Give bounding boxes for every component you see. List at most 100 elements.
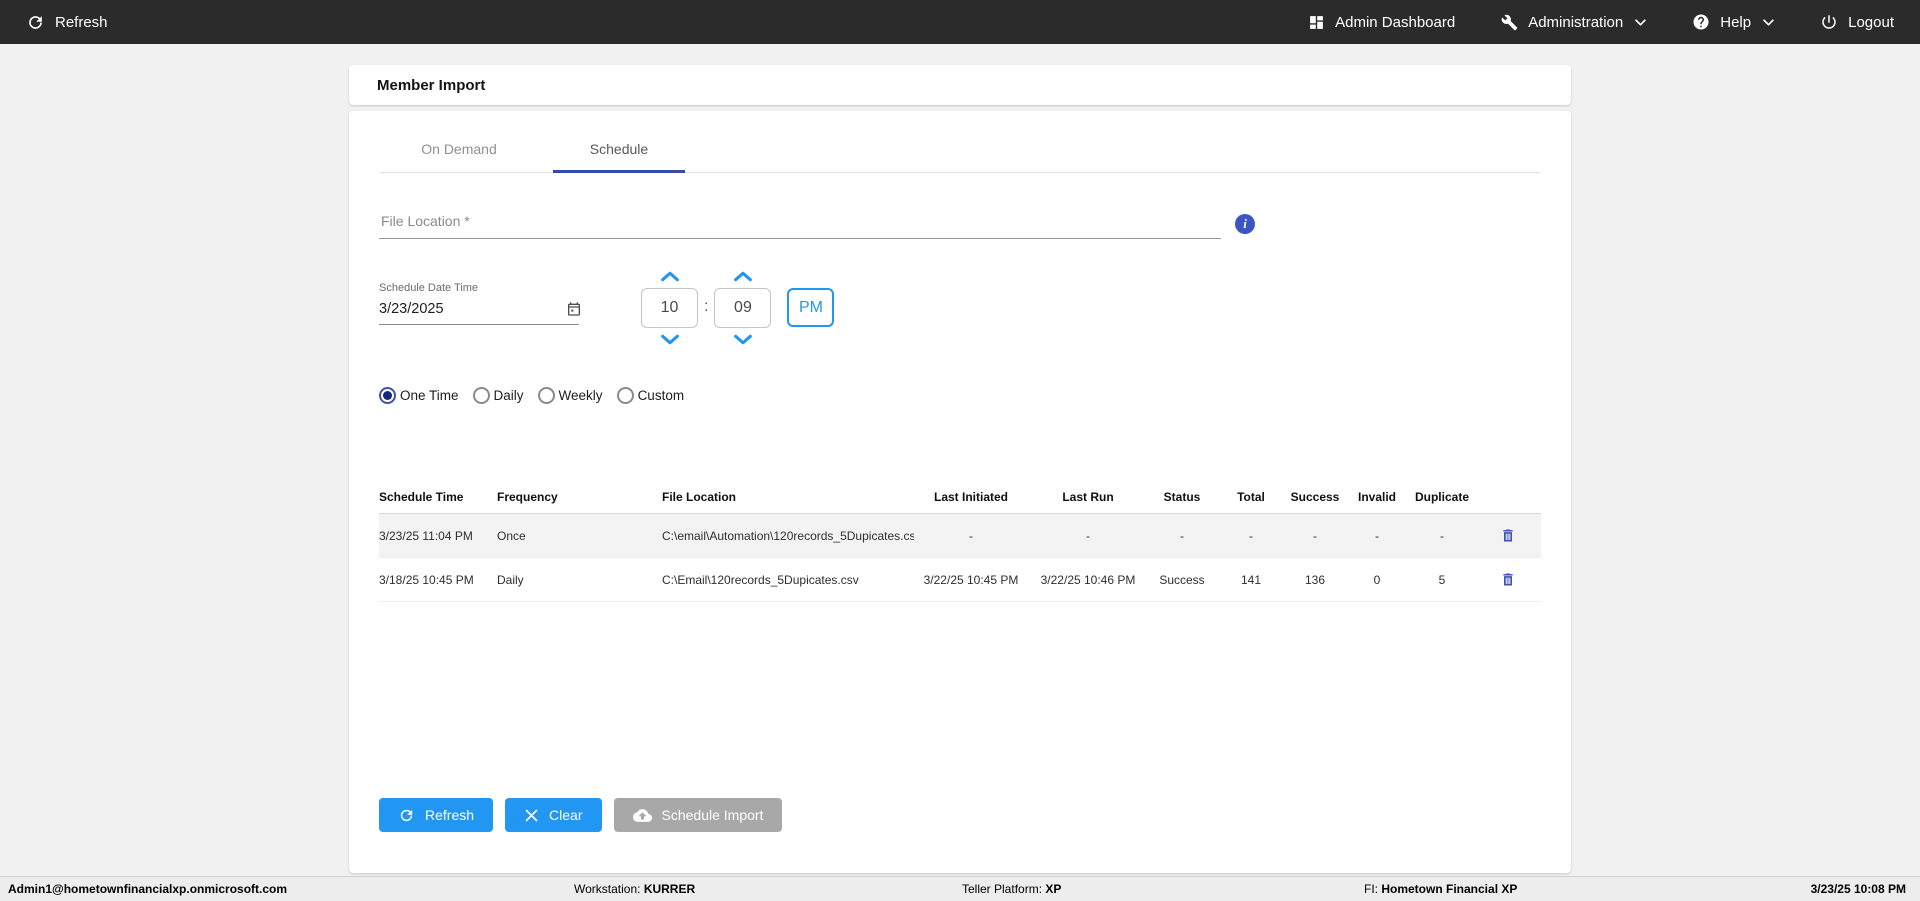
radio-custom-label: Custom bbox=[637, 388, 685, 403]
cell-frequency: Daily bbox=[497, 572, 524, 587]
wrench-icon bbox=[1501, 14, 1518, 31]
radio-circle bbox=[537, 387, 555, 404]
calendar-icon[interactable] bbox=[566, 301, 582, 317]
status-bar: Admin1@hometownfinancialxp.onmicrosoft.c… bbox=[0, 876, 1920, 901]
help-icon bbox=[1692, 13, 1710, 31]
meridiem-toggle[interactable]: PM bbox=[787, 288, 835, 327]
cell-total: 141 bbox=[1240, 572, 1262, 587]
radio-one-time-label: One Time bbox=[400, 388, 459, 403]
minute-value[interactable]: 09 bbox=[714, 288, 772, 328]
col-schedule-time: Schedule Time bbox=[379, 489, 464, 504]
time-separator: : bbox=[704, 298, 709, 315]
radio-one-time[interactable]: One Time bbox=[379, 387, 459, 404]
clear-button-label: Clear bbox=[549, 807, 583, 823]
table-header-row: Schedule Time Frequency File Location La… bbox=[379, 480, 1541, 514]
navbar-administration-label: Administration bbox=[1528, 13, 1624, 31]
col-total: Total bbox=[1237, 489, 1265, 504]
footer-datetime: 3/23/25 10:08 PM bbox=[1810, 882, 1906, 896]
tab-schedule[interactable]: Schedule bbox=[539, 141, 699, 173]
navbar-administration-menu[interactable]: Administration bbox=[1501, 14, 1646, 31]
chevron-down-icon bbox=[1635, 18, 1646, 26]
cell-status: - bbox=[1180, 528, 1184, 543]
footer-teller-platform: Teller Platform: XP bbox=[962, 882, 1061, 896]
cell-duplicate: 5 bbox=[1438, 572, 1446, 587]
radio-circle bbox=[472, 387, 490, 404]
top-navbar: Refresh Admin Dashboard Administration H… bbox=[0, 0, 1920, 44]
file-location-input[interactable] bbox=[379, 209, 1221, 239]
navbar-logout-button[interactable]: Logout bbox=[1820, 13, 1894, 31]
hour-up-icon[interactable] bbox=[659, 269, 681, 283]
schedule-import-button[interactable]: Schedule Import bbox=[613, 798, 783, 832]
footer-fi-value: Hometown Financial XP bbox=[1381, 882, 1518, 896]
refresh-button[interactable]: Refresh bbox=[379, 798, 494, 832]
refresh-icon bbox=[26, 13, 45, 32]
tab-on-demand[interactable]: On Demand bbox=[379, 141, 539, 172]
radio-weekly[interactable]: Weekly bbox=[537, 387, 603, 404]
clear-button[interactable]: Clear bbox=[505, 798, 602, 832]
cell-last-run: 3/22/25 10:46 PM bbox=[1040, 572, 1136, 587]
cell-invalid: 0 bbox=[1373, 572, 1381, 587]
cell-file-location: C:\Email\120records_5Dupicates.csv bbox=[662, 572, 859, 587]
minute-spinner: 09 bbox=[714, 269, 772, 347]
navbar-admin-dashboard[interactable]: Admin Dashboard bbox=[1308, 14, 1455, 31]
file-location-row: i bbox=[379, 209, 1541, 239]
cell-last-run: - bbox=[1086, 528, 1090, 543]
cell-schedule-time: 3/18/25 10:45 PM bbox=[379, 572, 474, 587]
radio-weekly-label: Weekly bbox=[558, 388, 603, 403]
hour-down-icon[interactable] bbox=[659, 333, 681, 347]
footer-user: Admin1@hometownfinancialxp.onmicrosoft.c… bbox=[8, 882, 288, 896]
cell-file-location: C:\email\Automation\120records_5Dupicate… bbox=[662, 528, 914, 543]
footer-workstation-label: Workstation: bbox=[574, 882, 641, 896]
col-file-location: File Location bbox=[662, 489, 737, 504]
minute-up-icon[interactable] bbox=[732, 269, 754, 283]
cell-success: 136 bbox=[1304, 572, 1326, 587]
cell-last-initiated: - bbox=[969, 528, 973, 543]
cell-actions bbox=[1482, 525, 1541, 546]
cloud-upload-icon bbox=[632, 806, 652, 825]
navbar-refresh-button[interactable]: Refresh bbox=[26, 13, 108, 32]
col-success: Success bbox=[1290, 489, 1340, 504]
hour-value[interactable]: 10 bbox=[641, 288, 698, 328]
radio-daily[interactable]: Daily bbox=[472, 387, 524, 404]
navbar-right-group: Admin Dashboard Administration Help Logo… bbox=[1308, 13, 1894, 31]
col-last-run: Last Run bbox=[1062, 489, 1114, 504]
chevron-down-icon bbox=[1763, 18, 1774, 26]
footer-fi-label: FI: bbox=[1364, 882, 1378, 896]
minute-down-icon[interactable] bbox=[732, 333, 754, 347]
navbar-help-label: Help bbox=[1720, 13, 1752, 31]
radio-daily-label: Daily bbox=[493, 388, 524, 403]
footer-teller-platform-label: Teller Platform: bbox=[962, 882, 1043, 896]
cell-schedule-time: 3/23/25 11:04 PM bbox=[379, 528, 473, 543]
cell-total: - bbox=[1249, 528, 1253, 543]
col-invalid: Invalid bbox=[1357, 489, 1396, 504]
table-row[interactable]: 3/18/25 10:45 PM Daily C:\Email\120recor… bbox=[379, 558, 1541, 602]
navbar-admin-dashboard-label: Admin Dashboard bbox=[1335, 13, 1456, 31]
schedule-date-input[interactable] bbox=[379, 301, 566, 317]
delete-schedule-button[interactable] bbox=[1498, 569, 1518, 590]
schedule-date-time-label: Schedule Date Time bbox=[379, 282, 479, 294]
delete-schedule-button[interactable] bbox=[1498, 525, 1518, 546]
cell-invalid: - bbox=[1375, 528, 1379, 543]
radio-custom[interactable]: Custom bbox=[616, 387, 685, 404]
footer-fi: FI: Hometown Financial XP bbox=[1364, 882, 1517, 896]
member-import-card: On Demand Schedule i Schedule Date Time bbox=[349, 111, 1571, 873]
footer-workstation-value: KURRER bbox=[643, 882, 696, 896]
power-icon bbox=[1820, 13, 1838, 31]
cell-last-initiated: 3/22/25 10:45 PM bbox=[923, 572, 1019, 587]
col-duplicate: Duplicate bbox=[1414, 489, 1469, 504]
navbar-help-menu[interactable]: Help bbox=[1692, 13, 1774, 31]
refresh-icon bbox=[398, 807, 415, 824]
schedule-import-button-label: Schedule Import bbox=[661, 807, 764, 823]
radio-dot bbox=[383, 391, 392, 400]
radio-circle bbox=[616, 387, 634, 404]
info-icon[interactable]: i bbox=[1235, 214, 1255, 234]
close-icon bbox=[524, 808, 539, 823]
table-row[interactable]: 3/23/25 11:04 PM Once C:\email\Automatio… bbox=[379, 514, 1541, 558]
footer-teller-platform-value: XP bbox=[1045, 882, 1062, 896]
col-last-initiated: Last Initiated bbox=[933, 489, 1008, 504]
cell-duplicate: - bbox=[1440, 528, 1444, 543]
schedules-table: Schedule Time Frequency File Location La… bbox=[379, 480, 1541, 602]
cell-success: - bbox=[1313, 528, 1317, 543]
date-field bbox=[379, 294, 582, 325]
schedule-datetime-row: Schedule Date Time 10 bbox=[379, 269, 1541, 347]
